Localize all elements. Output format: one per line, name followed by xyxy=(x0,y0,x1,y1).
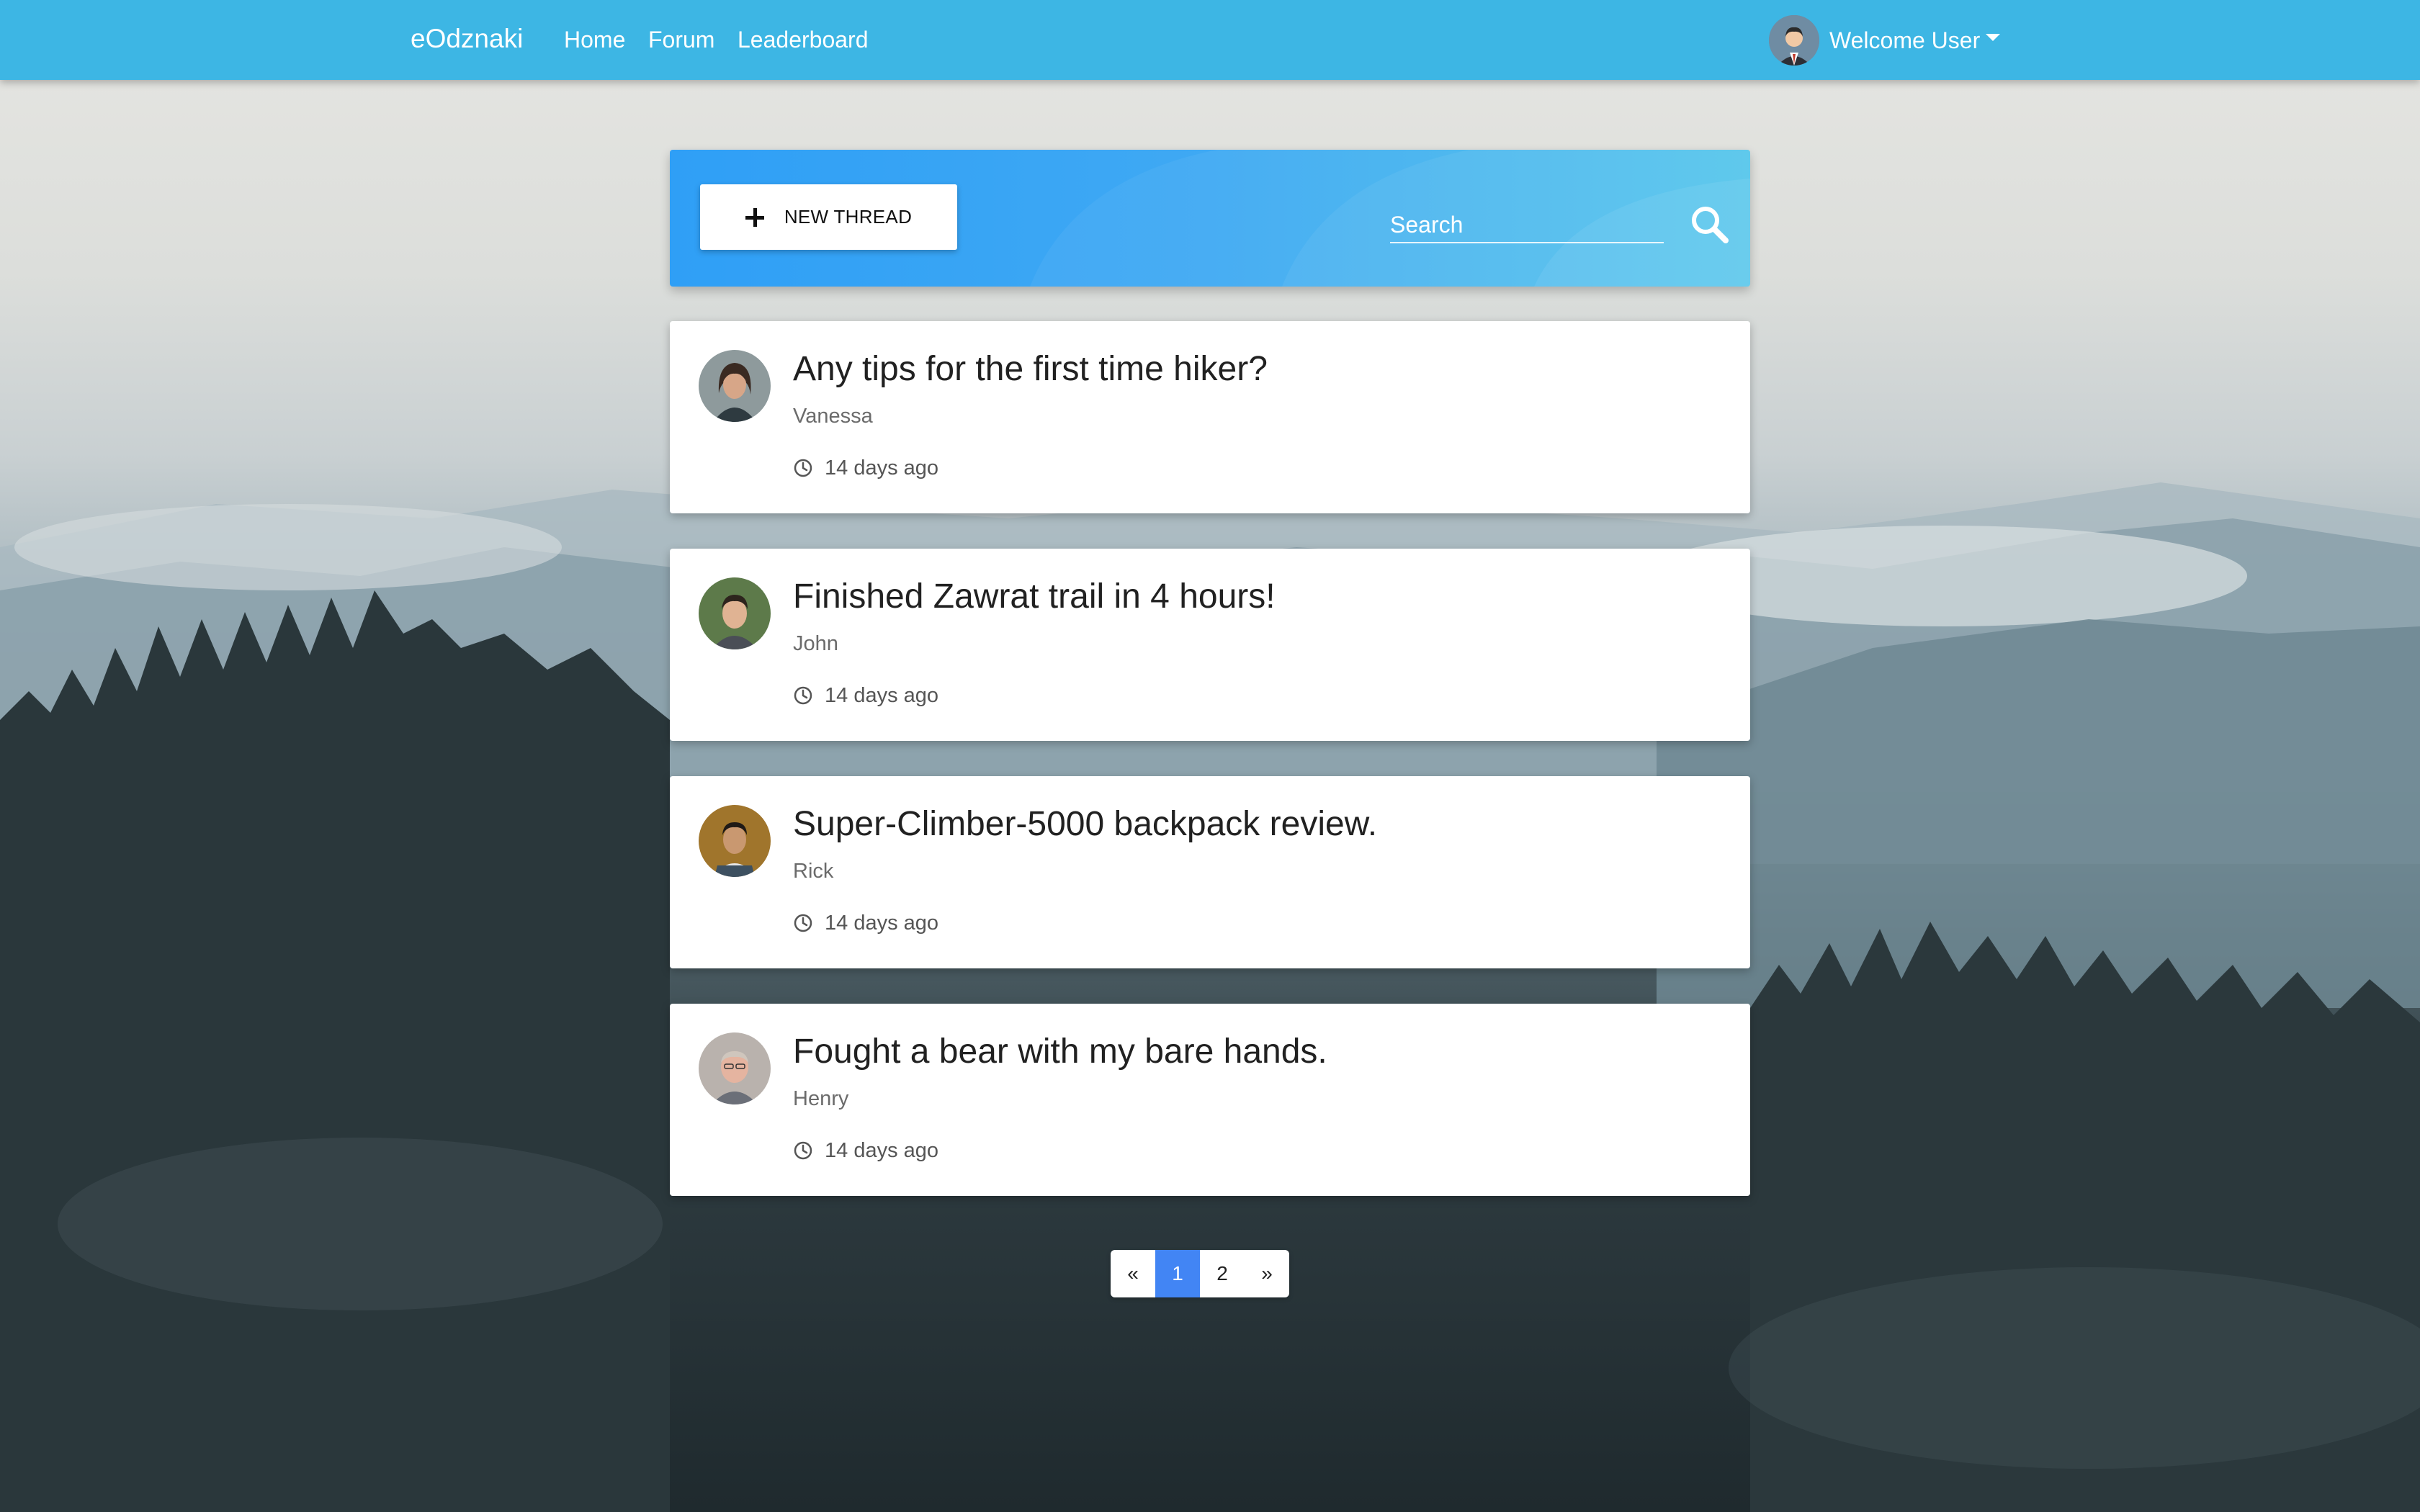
thread-time-label: 14 days ago xyxy=(825,683,939,707)
author-avatar xyxy=(699,805,771,877)
thread-author: Vanessa xyxy=(793,405,873,428)
nav-link-home[interactable]: Home xyxy=(564,24,625,55)
thread-card[interactable]: Super-Climber-5000 backpack review. Rick… xyxy=(670,776,1750,968)
plus-icon xyxy=(745,207,764,227)
chevron-down-icon xyxy=(1986,34,2001,41)
thread-title[interactable]: Any tips for the first time hiker? xyxy=(793,347,1268,392)
pagination: « 1 2 » xyxy=(1111,1250,1289,1297)
search-icon[interactable] xyxy=(1690,204,1730,245)
search-input[interactable] xyxy=(1390,200,1664,243)
thread-title[interactable]: Fought a bear with my bare hands. xyxy=(793,1030,1327,1074)
clock-icon xyxy=(794,686,812,705)
top-navbar: eOdznaki Home Forum Leaderboard Welcome … xyxy=(0,0,2420,80)
thread-timestamp: 14 days ago xyxy=(793,455,938,481)
forum-toolbar: NEW THREAD xyxy=(670,150,1750,287)
thread-title[interactable]: Super-Climber-5000 backpack review. xyxy=(793,802,1377,847)
pagination-page-2[interactable]: 2 xyxy=(1200,1250,1245,1297)
nav-link-forum[interactable]: Forum xyxy=(648,24,714,55)
thread-author: Rick xyxy=(793,860,834,883)
thread-author: John xyxy=(793,632,838,655)
thread-timestamp: 14 days ago xyxy=(793,683,938,708)
clock-icon xyxy=(794,459,812,477)
thread-title[interactable]: Finished Zawrat trail in 4 hours! xyxy=(793,575,1276,619)
welcome-user-label: Welcome User xyxy=(1829,27,1981,53)
author-avatar xyxy=(699,1032,771,1104)
pagination-prev[interactable]: « xyxy=(1111,1250,1155,1297)
thread-timestamp: 14 days ago xyxy=(793,1138,938,1164)
author-avatar xyxy=(699,577,771,649)
pagination-next[interactable]: » xyxy=(1245,1250,1289,1297)
new-thread-label: NEW THREAD xyxy=(784,206,913,228)
thread-card[interactable]: Fought a bear with my bare hands. Henry … xyxy=(670,1004,1750,1196)
pagination-page-1[interactable]: 1 xyxy=(1155,1250,1200,1297)
search-box xyxy=(1390,200,1729,243)
thread-card[interactable]: Finished Zawrat trail in 4 hours! John 1… xyxy=(670,549,1750,741)
thread-card[interactable]: Any tips for the first time hiker? Vanes… xyxy=(670,321,1750,513)
thread-author: Henry xyxy=(793,1087,849,1110)
clock-icon xyxy=(794,1141,812,1160)
thread-time-label: 14 days ago xyxy=(825,1138,939,1162)
user-menu-dropdown[interactable]: Welcome User xyxy=(1769,14,2001,66)
nav-link-leaderboard[interactable]: Leaderboard xyxy=(738,24,868,55)
thread-time-label: 14 days ago xyxy=(825,456,939,480)
new-thread-button[interactable]: NEW THREAD xyxy=(700,184,957,250)
user-avatar xyxy=(1769,15,1819,66)
clock-icon xyxy=(794,914,812,932)
thread-time-label: 14 days ago xyxy=(825,911,939,935)
author-avatar xyxy=(699,350,771,422)
thread-timestamp: 14 days ago xyxy=(793,910,938,936)
brand-logo[interactable]: eOdznaki xyxy=(411,22,523,56)
